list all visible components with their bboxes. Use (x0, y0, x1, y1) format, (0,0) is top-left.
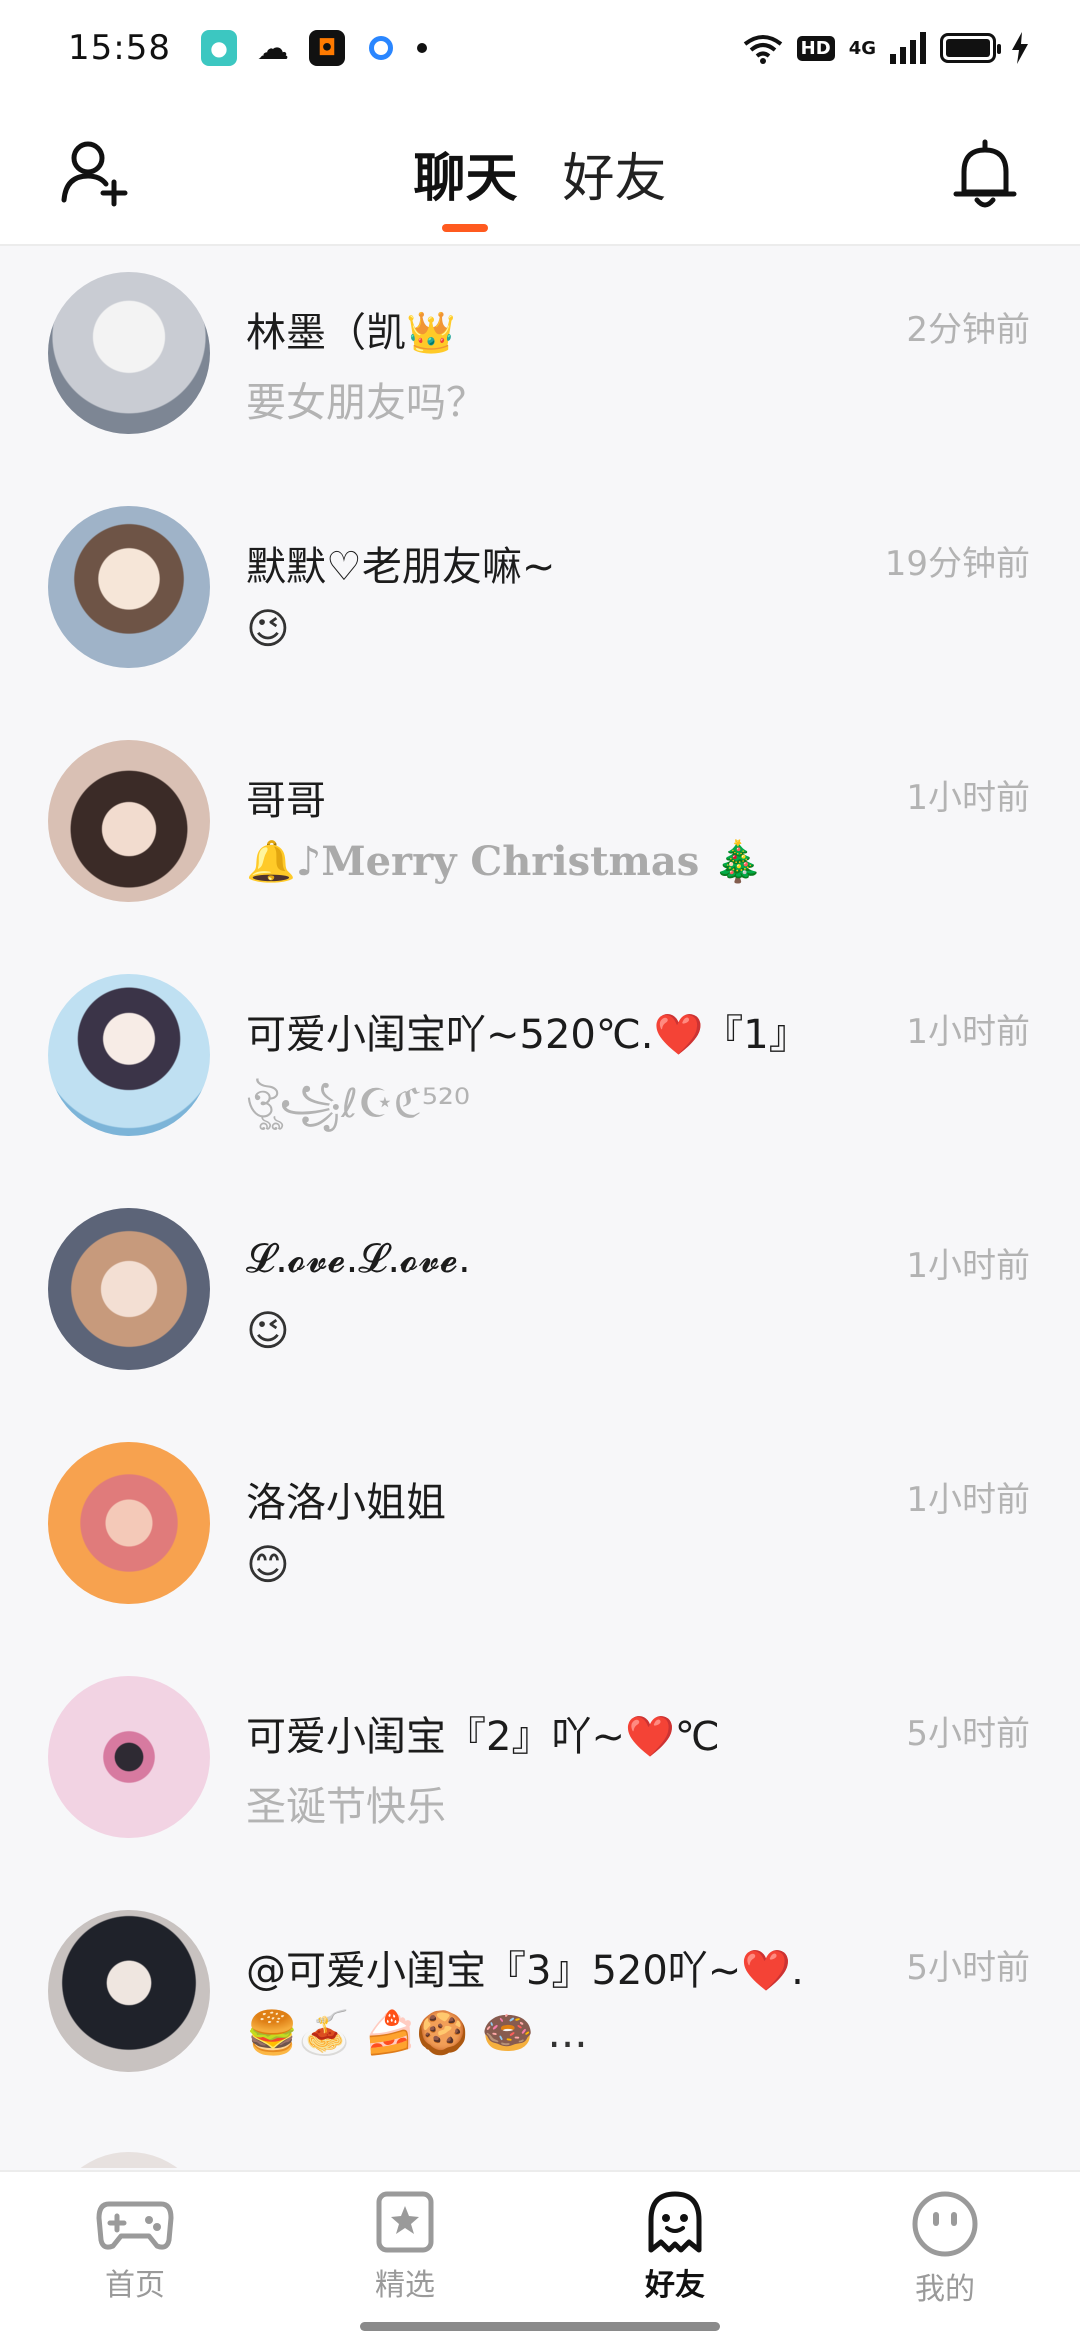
message-preview: 圣诞节快乐 (246, 1784, 446, 1830)
signal-icon (890, 32, 926, 64)
nav-profile-label: 我的 (915, 2272, 975, 2307)
nav-friends-label: 好友 (645, 2268, 705, 2303)
top-header: 聊天 好友 (0, 96, 1080, 246)
conversation-row[interactable]: 可爱小闺宝『2』吖~❤️℃ 5小时前 圣诞节快乐 (0, 1652, 1080, 1886)
face-icon (912, 2191, 978, 2257)
avatar[interactable] (48, 1910, 210, 2072)
tab-friends[interactable]: 好友 (563, 136, 667, 211)
avatar[interactable] (48, 2152, 210, 2168)
status-time: 15:58 (68, 28, 171, 68)
nav-featured[interactable]: 精选 (315, 2190, 495, 2304)
system-icons: HD 4G (743, 32, 1030, 64)
message-time: 1小时前 (906, 1246, 1030, 1286)
status-bar: 15:58 ● ☁ ◘ HD 4G (0, 0, 1080, 96)
ghost-icon (648, 2191, 702, 2253)
nav-friends[interactable]: 好友 (585, 2190, 765, 2322)
conversation-row[interactable]: 哥哥 1小时前 🔔♪Merry Christmas 🎄 (0, 716, 1080, 950)
tab-chat-label: 聊天 (413, 149, 518, 209)
message-time: 19分钟前 (884, 544, 1030, 584)
message-preview: 🍔🍝 🍰🍪 🍩 ... (246, 2008, 588, 2057)
avatar[interactable] (48, 506, 210, 668)
header-tabs: 聊天 好友 (0, 136, 1080, 232)
battery-icon (940, 33, 1001, 63)
conversation-row[interactable]: 默默♡老朋友嘛~ 19分钟前 😉 (0, 482, 1080, 716)
avatar[interactable] (48, 1442, 210, 1604)
contact-name: @可爱小闺宝『3』520吖~❤️. (246, 1948, 804, 1994)
nav-featured-label: 精选 (375, 2268, 435, 2303)
conversation-row[interactable]: 𝓛.𝓸𝓿𝓮.𝓛.𝓸𝓿𝓮. 1小时前 😉 (0, 1184, 1080, 1418)
active-tab-indicator (442, 224, 489, 232)
avatar[interactable] (48, 740, 210, 902)
message-time: 1小时前 (906, 1480, 1030, 1520)
notification-bell-icon[interactable] (952, 136, 1018, 210)
nav-home-label: 首页 (105, 2268, 165, 2303)
message-preview: 要女朋友吗？ (246, 380, 486, 426)
message-preview: 😉 (246, 604, 290, 653)
conversation-row[interactable]: 林墨（凯👑 2分钟前 要女朋友吗？ (0, 248, 1080, 482)
network-type-label: 4G (848, 37, 876, 59)
contact-name: 洛洛小姐姐 (246, 1480, 446, 1526)
gamepad-icon (96, 2201, 174, 2250)
tab-friends-label: 好友 (562, 149, 667, 209)
contact-name: 哥哥 (246, 778, 326, 824)
avatar[interactable] (48, 272, 210, 434)
conversation-row[interactable]: 可爱小闺宝吖~520℃.❤️『1』 1小时前 ঔৣ꧁ℓ☪ℭ⁵²⁰ (0, 950, 1080, 1184)
contact-name: 可爱小闺宝吖~520℃.❤️『1』 (246, 1012, 809, 1058)
tab-chat[interactable]: 聊天 (413, 136, 518, 232)
message-preview: ঔৣ꧁ℓ☪ℭ⁵²⁰ (246, 1081, 470, 1127)
browser-icon (363, 30, 399, 66)
message-time: 1小时前 (906, 1012, 1030, 1052)
conversation-list: 林墨（凯👑 2分钟前 要女朋友吗？ 默默♡老朋友嘛~ 19分钟前 😉 哥哥 1小… (0, 248, 1080, 2168)
avatar[interactable] (48, 1208, 210, 1370)
notification-icons: ● ☁ ◘ (200, 29, 427, 67)
contact-name: 𝓛.𝓸𝓿𝓮.𝓛.𝓸𝓿𝓮. (246, 1236, 471, 1282)
nav-home[interactable]: 首页 (45, 2190, 225, 2304)
app-notification-icon: ● (200, 30, 237, 66)
wifi-icon (743, 35, 782, 64)
bottom-navigation: 首页 精选 好友 我的 (0, 2170, 1080, 2340)
contact-name: 默默♡老朋友嘛~ (246, 544, 556, 590)
message-time: 5小时前 (906, 1948, 1030, 1988)
contact-name: 可爱小闺宝『2』吖~❤️℃ (246, 1714, 720, 1760)
avatar[interactable] (48, 974, 210, 1136)
wechat-icon: ☁ (256, 29, 289, 67)
home-indicator[interactable] (360, 2322, 720, 2331)
message-time: 1小时前 (906, 778, 1030, 818)
nav-profile[interactable]: 我的 (855, 2190, 1035, 2308)
conversation-row[interactable]: 洛洛小姐姐 1小时前 😊 (0, 1418, 1080, 1652)
message-preview: 😉 (246, 1306, 290, 1355)
conversation-row[interactable]: @可爱小闺宝『3』520吖~❤️. 5小时前 🍔🍝 🍰🍪 🍩 ... (0, 1886, 1080, 2120)
active-nav-indicator (645, 2310, 705, 2322)
message-preview: 😊 (246, 1540, 290, 1589)
star-bookmark-icon (376, 2191, 434, 2253)
avatar[interactable] (48, 1676, 210, 1838)
contact-name: 林墨（凯👑 (246, 310, 456, 356)
app-square-icon: ◘ (308, 30, 345, 66)
message-preview: 🔔♪Merry Christmas 🎄 (246, 838, 764, 885)
hd-icon: HD (796, 35, 835, 61)
charging-icon (1012, 32, 1028, 64)
more-dot-icon (416, 43, 427, 53)
message-time: 2分钟前 (906, 310, 1030, 350)
message-time: 5小时前 (906, 1714, 1030, 1754)
